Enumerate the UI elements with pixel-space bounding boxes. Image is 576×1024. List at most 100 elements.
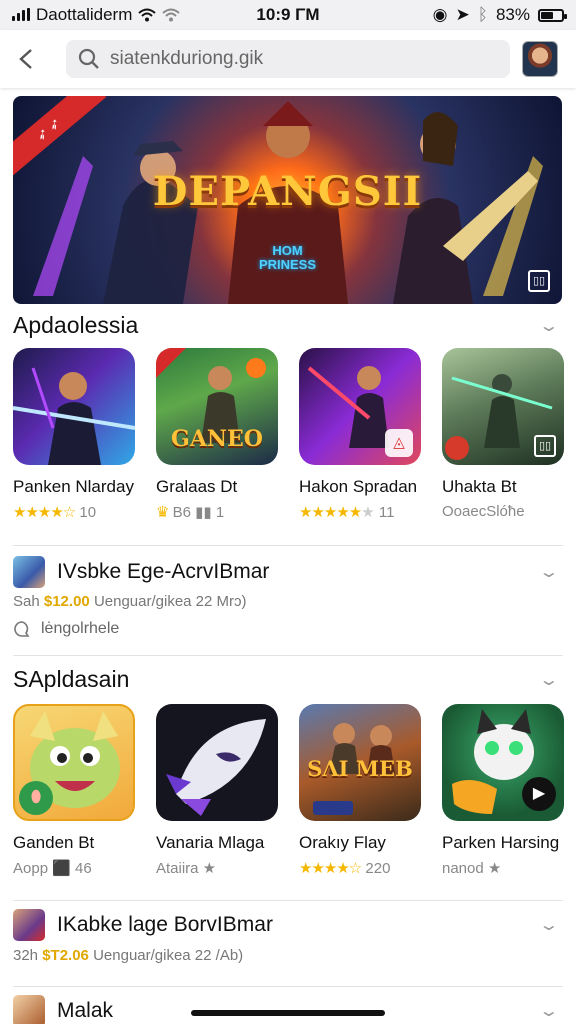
price-label: $T2.06 <box>42 947 89 964</box>
app-icon: ◬ <box>299 348 421 465</box>
meta-suffix: Uenguar/gikea 22 Mrɔ) <box>93 593 247 610</box>
rating-count: 10 <box>79 504 97 521</box>
hero-subtitle-line2: PRINESS <box>258 257 317 272</box>
status-left: Daottaliderm <box>12 5 433 25</box>
app-card[interactable]: ⬮ Ganden Bt Aopp ⬛ 46 <box>13 704 135 877</box>
note-text: lėngolrhele <box>41 620 120 637</box>
hero-banner[interactable]: ➶ ➶ DEPANGSII HOM PRINESS ▯▯ <box>13 96 562 304</box>
app-icon <box>13 348 135 465</box>
rating-count: 11 <box>378 504 395 521</box>
wifi-secondary-icon <box>162 8 181 22</box>
app-icon: GANEO <box>156 348 278 465</box>
app-rating: Aopp ⬛ 46 <box>13 860 92 877</box>
app-name: Orakıy Flay <box>299 833 386 852</box>
app-card[interactable]: ◬ Hakon Spradan ★★★★★★ 11 <box>299 348 421 521</box>
search-input[interactable] <box>110 48 490 70</box>
back-button[interactable] <box>12 39 40 79</box>
app-name: Ganden Bt <box>13 833 95 852</box>
list-thumb-icon <box>13 556 45 588</box>
list-item-note[interactable]: lėngolrhele <box>13 620 119 638</box>
battery-percent: 83% <box>495 5 530 24</box>
app-row-1: Panken Nlarday ★★★★☆ 10 GANEO Gralaas Dt… <box>13 348 576 521</box>
chevron-down-icon[interactable]: ⌄ <box>538 915 569 935</box>
search-icon <box>78 48 99 69</box>
play-icon[interactable]: ▶ <box>522 777 556 811</box>
app-icon: SΛI MEB <box>299 704 421 821</box>
meta-prefix: Sah <box>13 593 40 610</box>
status-bar: Daottaliderm 10:9 ΓM ◉ ➤ ᛒ 83% <box>0 0 576 30</box>
app-rating: ★★★★☆ 10 <box>13 503 135 521</box>
app-icon-label <box>313 801 353 815</box>
app-card[interactable]: GANEO Gralaas Dt ♛ Β6 ▮▮ 1 <box>156 348 278 521</box>
app-row-2: ⬮ Ganden Bt Aopp ⬛ 46 Vanaria Mlaga Atai… <box>13 704 576 877</box>
app-card[interactable]: Panken Nlarday ★★★★☆ 10 <box>13 348 135 521</box>
app-rating: Ataiira ★ <box>156 860 217 877</box>
app-icon-text: SΛI MEB <box>307 756 413 781</box>
app-artwork <box>166 719 266 816</box>
section-header-2[interactable]: SApldasain ⌄ <box>13 666 563 693</box>
app-rating: ★★★★★★ 11 <box>299 503 421 521</box>
battery-icon <box>538 8 567 22</box>
price-label: $12.00 <box>43 593 90 610</box>
app-rating: ♛ Β6 ▮▮ 1 <box>156 503 278 521</box>
chevron-left-icon <box>19 49 32 69</box>
divider <box>13 986 563 987</box>
app-icon <box>156 704 278 821</box>
section-header-1[interactable]: Apdaolessia ⌄ <box>13 312 563 339</box>
section-title-1: Apdaolessia <box>13 312 139 338</box>
app-name: Uhakta Bt <box>442 477 517 496</box>
app-name: Panken Nlarday <box>13 477 134 496</box>
app-icon: ▶ <box>442 704 564 821</box>
rating-count: Β6 ▮▮ 1 <box>172 504 225 521</box>
alarm-icon: ◉ <box>432 5 448 24</box>
app-rating: nanod ★ <box>442 860 502 877</box>
app-card[interactable]: SΛI MEB Orakıy Flay ★★★★☆ 220 <box>299 704 421 877</box>
star-rating-icon: ★★★★☆ <box>13 504 76 521</box>
wifi-icon <box>138 8 157 22</box>
chevron-down-icon[interactable]: ⌄ <box>538 1001 569 1021</box>
list-item-1[interactable]: IVsbke Ege-AcrvIBmar ⌄ <box>13 556 563 588</box>
search-bar[interactable] <box>66 40 510 78</box>
comment-icon <box>14 621 30 637</box>
hero-subtitle-line1: HOM <box>272 243 303 258</box>
cell-signal-icon <box>12 8 30 21</box>
location-icon: ➤ <box>455 5 470 24</box>
list-item-title: IKabke lage BorvIBmar <box>57 913 273 936</box>
crown-icon: ♛ <box>156 504 169 521</box>
star-rating-icon: ★★★★★ <box>299 504 362 521</box>
list-thumb-icon <box>13 909 45 941</box>
app-name: Hakon Spradan <box>299 477 418 496</box>
carrier-label: Daottaliderm <box>36 5 133 24</box>
hero-subtitle: HOM PRINESS <box>13 244 562 272</box>
app-rating: OoaecSlóħe <box>442 503 564 520</box>
list-item-meta: Sah $12.00 Uenguar/gikea 22 Mrɔ) <box>13 593 247 610</box>
app-name: Parken Harsing <box>442 833 560 852</box>
app-card[interactable]: Vanaria Mlaga Ataiira ★ <box>156 704 278 877</box>
home-indicator[interactable] <box>191 1010 385 1016</box>
meta-prefix: 32h <box>13 947 39 964</box>
rating-text: OoaecSlóħe <box>442 503 525 520</box>
rating-count: 220 <box>365 860 391 877</box>
divider <box>13 900 563 901</box>
chevron-down-icon[interactable]: ⌄ <box>538 562 569 582</box>
app-card[interactable]: ▶ Parken Harsing nanod ★ <box>442 704 564 877</box>
fullscreen-icon[interactable]: ▯▯ <box>528 270 550 292</box>
app-icon: ▯▯ <box>442 348 564 465</box>
list-item-title: IVsbke Ege-AcrvIBmar <box>57 560 270 583</box>
list-item-2[interactable]: IKabke lage BorvIBmar ⌄ <box>13 909 563 941</box>
status-right: ◉ ➤ ᛒ 83% <box>432 5 567 25</box>
app-icon: ⬮ <box>13 704 135 821</box>
app-artwork <box>13 367 135 465</box>
star-empty-icon: ★ <box>361 504 375 521</box>
app-name: Vanaria Mlaga <box>156 833 265 852</box>
app-icon-text: GANEO <box>171 426 263 452</box>
pill-badge-icon: ⬮ <box>19 781 53 815</box>
hero-title: DEPANGSII <box>152 168 423 215</box>
profile-avatar[interactable] <box>522 41 558 77</box>
list-thumb-icon <box>13 995 45 1024</box>
divider <box>13 655 563 656</box>
chevron-down-icon[interactable]: ⌄ <box>538 670 569 690</box>
star-rating-icon: ★★★★☆ <box>299 860 362 877</box>
chevron-down-icon[interactable]: ⌄ <box>538 316 569 336</box>
app-card[interactable]: ▯▯ Uhakta Bt OoaecSlóħe <box>442 348 564 521</box>
